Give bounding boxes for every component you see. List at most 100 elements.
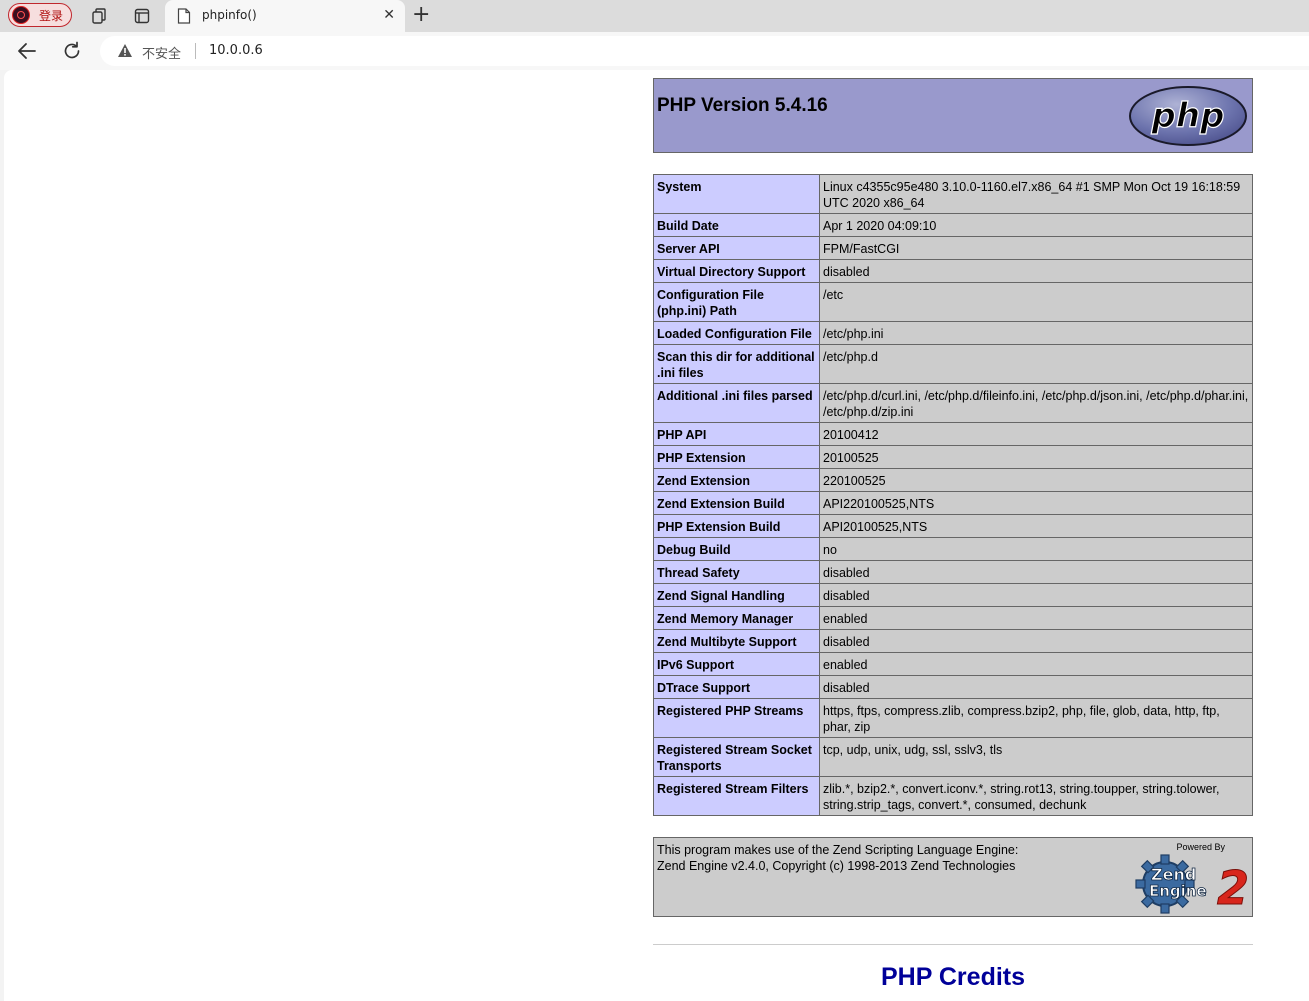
page-title: PHP Version 5.4.16 bbox=[657, 95, 828, 116]
table-row: System Linux c4355c95e480 3.10.0-1160.el7… bbox=[653, 174, 1253, 214]
table-row: Additional .ini files parsed/etc/php.d/c… bbox=[653, 383, 1253, 423]
info-key: Zend Signal Handling bbox=[653, 583, 820, 607]
info-key: Scan this dir for additional .ini files bbox=[653, 344, 820, 384]
info-value: 20100525 bbox=[819, 445, 1253, 469]
info-value: no bbox=[819, 537, 1253, 561]
table-row: Scan this dir for additional .ini files /… bbox=[653, 344, 1253, 384]
avatar bbox=[12, 6, 30, 24]
table-row: Zend Extension 220100525 bbox=[653, 468, 1253, 492]
info-key: Registered Stream Filters bbox=[653, 776, 820, 816]
table-row: PHP Extension Build API20100525,NTS bbox=[653, 514, 1253, 538]
info-key: Zend Extension bbox=[653, 468, 820, 492]
table-row: PHP Extension 20100525 bbox=[653, 445, 1253, 469]
info-key: PHP Extension Build bbox=[653, 514, 820, 538]
info-value: /etc bbox=[819, 282, 1253, 322]
info-value: zlib.*, bzip2.*, convert.iconv.*, string… bbox=[819, 776, 1253, 816]
info-key: Build Date bbox=[653, 213, 820, 237]
divider bbox=[195, 43, 196, 59]
info-key: Registered PHP Streams bbox=[653, 698, 820, 738]
table-row: Build Date Apr 1 2020 04:09:10 bbox=[653, 213, 1253, 237]
info-value: API20100525,NTS bbox=[819, 514, 1253, 538]
tab-title: phpinfo() bbox=[202, 8, 257, 22]
tab-strip: 登录 phpinfo() ✕ + bbox=[0, 0, 1309, 32]
info-key: Additional .ini files parsed bbox=[653, 383, 820, 423]
php-version-header: PHP Version 5.4.16 php bbox=[653, 78, 1253, 153]
profile-label: 登录 bbox=[39, 9, 64, 23]
info-key: Debug Build bbox=[653, 537, 820, 561]
divider bbox=[653, 944, 1253, 945]
page-viewport: PHP Version 5.4.16 php System Linux c4355… bbox=[4, 70, 1309, 1001]
php-logo[interactable]: php bbox=[1128, 85, 1248, 147]
svg-text:php: php bbox=[1151, 96, 1225, 136]
table-row: Registered PHP Streams https, ftps, compr… bbox=[653, 698, 1253, 738]
info-value: /etc/php.ini bbox=[819, 321, 1253, 345]
info-value: 220100525 bbox=[819, 468, 1253, 492]
table-row: Loaded Configuration File/etc/php.ini bbox=[653, 321, 1253, 345]
php-info-table: System Linux c4355c95e480 3.10.0-1160.el7… bbox=[653, 174, 1253, 816]
svg-text:2: 2 bbox=[1217, 861, 1249, 914]
table-row: Debug Build no bbox=[653, 537, 1253, 561]
php-credits-heading[interactable]: PHP Credits bbox=[653, 963, 1253, 992]
info-value: 20100412 bbox=[819, 422, 1253, 446]
info-key: Configuration File (php.ini) Path bbox=[653, 282, 820, 322]
info-key: Thread Safety bbox=[653, 560, 820, 584]
info-key: Server API bbox=[653, 236, 820, 260]
info-value: /etc/php.d/curl.ini, /etc/php.d/fileinfo… bbox=[819, 383, 1253, 423]
zend-info: This program makes use of the Zend Scrip… bbox=[657, 842, 1018, 874]
security-status[interactable]: 不安全 bbox=[142, 43, 181, 62]
info-key: IPv6 Support bbox=[653, 652, 820, 676]
table-row: Zend Extension Build API220100525,NTS bbox=[653, 491, 1253, 515]
table-row: Zend Signal Handling disabled bbox=[653, 583, 1253, 607]
warning-icon[interactable] bbox=[117, 43, 133, 58]
info-value: Apr 1 2020 04:09:10 bbox=[819, 213, 1253, 237]
tab-phpinfo[interactable]: phpinfo() ✕ bbox=[165, 0, 405, 32]
info-key: PHP Extension bbox=[653, 445, 820, 469]
page-icon bbox=[177, 8, 191, 24]
zend-info-line: Zend Engine v2.4.0, Copyright (c) 1998-2… bbox=[657, 859, 1016, 873]
zend-engine-box: This program makes use of the Zend Scrip… bbox=[653, 837, 1253, 917]
collections-icon[interactable] bbox=[90, 6, 110, 26]
info-value: tcp, udp, unix, udg, ssl, sslv3, tls bbox=[819, 737, 1253, 777]
table-row: Virtual Directory Support disabled bbox=[653, 259, 1253, 283]
info-value: Linux c4355c95e480 3.10.0-1160.el7.x86_6… bbox=[819, 174, 1253, 214]
table-row: PHP API 20100412 bbox=[653, 422, 1253, 446]
table-row: Thread Safety disabled bbox=[653, 560, 1253, 584]
zend-info-line: This program makes use of the Zend Scrip… bbox=[657, 843, 1019, 857]
info-value: enabled bbox=[819, 606, 1253, 630]
table-row: DTrace Support disabled bbox=[653, 675, 1253, 699]
info-value: disabled bbox=[819, 629, 1253, 653]
info-key: Loaded Configuration File bbox=[653, 321, 820, 345]
info-value: disabled bbox=[819, 259, 1253, 283]
info-value: FPM/FastCGI bbox=[819, 236, 1253, 260]
info-value: /etc/php.d bbox=[819, 344, 1253, 384]
url-text[interactable]: 10.0.0.6 bbox=[209, 43, 263, 58]
zend-engine-logo[interactable]: 2 Zend Engine bbox=[1135, 850, 1249, 914]
tab-actions-icon[interactable] bbox=[132, 6, 152, 26]
info-value: API220100525,NTS bbox=[819, 491, 1253, 515]
info-value: disabled bbox=[819, 583, 1253, 607]
info-key: Zend Multibyte Support bbox=[653, 629, 820, 653]
close-icon[interactable]: ✕ bbox=[383, 7, 395, 23]
back-arrow-icon[interactable] bbox=[16, 40, 38, 62]
table-row: Registered Stream Socket Transports tcp, … bbox=[653, 737, 1253, 777]
svg-text:Engine: Engine bbox=[1149, 882, 1207, 900]
new-tab-icon[interactable]: + bbox=[412, 3, 430, 27]
info-key: Registered Stream Socket Transports bbox=[653, 737, 820, 777]
info-key: PHP API bbox=[653, 422, 820, 446]
info-value: disabled bbox=[819, 560, 1253, 584]
address-bar[interactable]: 不安全 10.0.0.6 bbox=[100, 36, 1309, 66]
info-key: Virtual Directory Support bbox=[653, 259, 820, 283]
profile-button[interactable]: 登录 bbox=[8, 3, 72, 27]
info-value: disabled bbox=[819, 675, 1253, 699]
table-row: Zend Memory Manager enabled bbox=[653, 606, 1253, 630]
navigation-toolbar: 不安全 10.0.0.6 bbox=[0, 32, 1309, 70]
info-key: Zend Memory Manager bbox=[653, 606, 820, 630]
table-row: IPv6 Support enabled bbox=[653, 652, 1253, 676]
table-row: Registered Stream Filters zlib.*, bzip2.*… bbox=[653, 776, 1253, 816]
table-row: Server API FPM/FastCGI bbox=[653, 236, 1253, 260]
reload-icon[interactable] bbox=[61, 40, 83, 62]
info-value: https, ftps, compress.zlib, compress.bzi… bbox=[819, 698, 1253, 738]
info-key: DTrace Support bbox=[653, 675, 820, 699]
info-value: enabled bbox=[819, 652, 1253, 676]
info-key: Zend Extension Build bbox=[653, 491, 820, 515]
